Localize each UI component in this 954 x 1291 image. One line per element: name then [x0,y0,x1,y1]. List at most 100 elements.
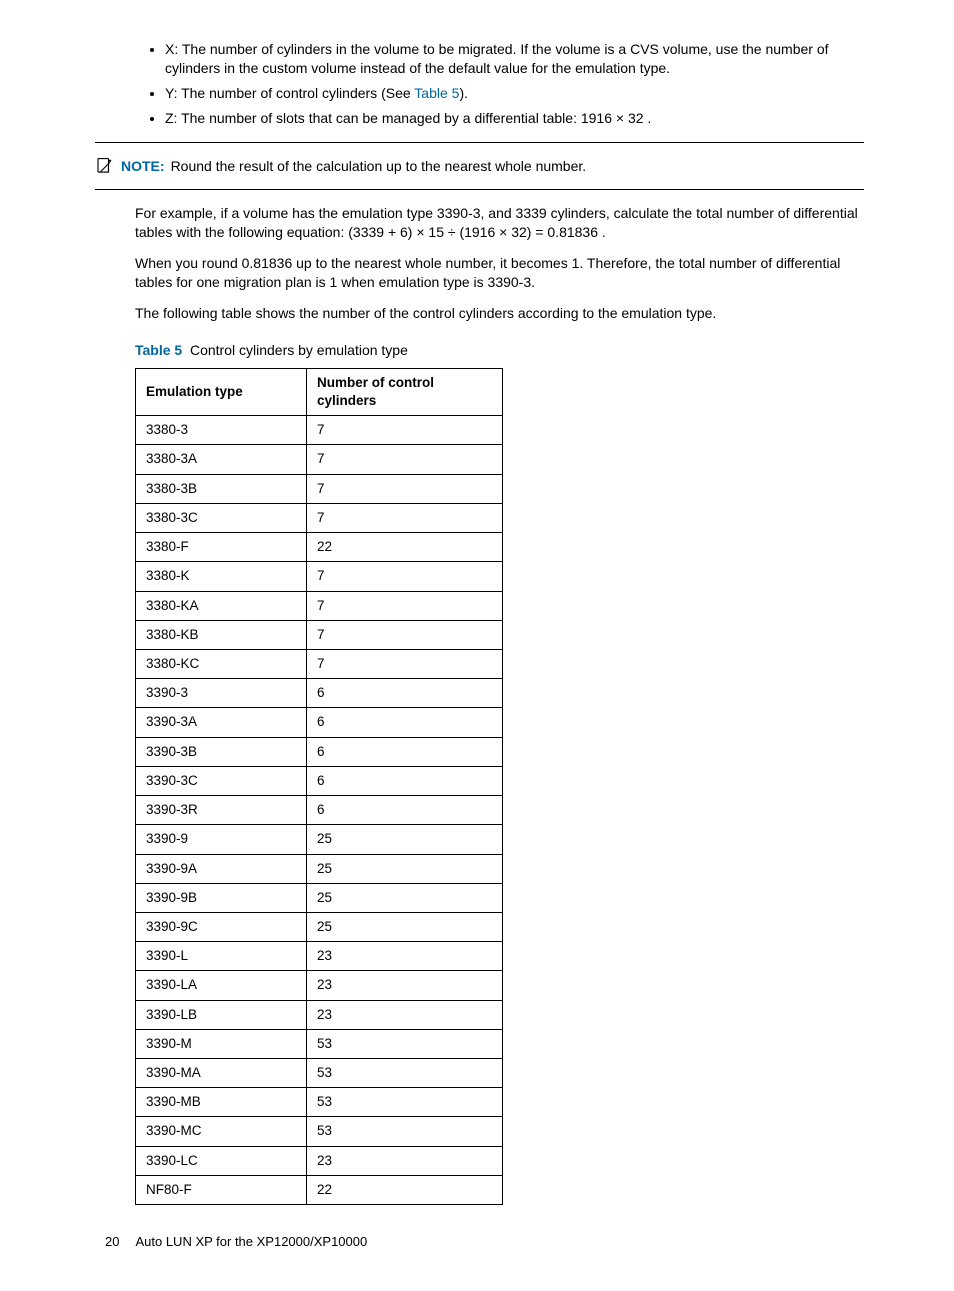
column-header-cylinders: Number of control cylinders [307,368,503,415]
list-item: X: The number of cylinders in the volume… [165,40,864,78]
control-cylinders-table: Emulation type Number of control cylinde… [135,368,503,1205]
table-row: 3380-37 [136,416,503,445]
table-row: 3390-LB23 [136,1000,503,1029]
cell-cylinders: 6 [307,766,503,795]
cell-cylinders: 6 [307,708,503,737]
cell-emulation: 3390-M [136,1029,307,1058]
table-row: 3390-3C6 [136,766,503,795]
table-row: 3390-MA53 [136,1059,503,1088]
cell-emulation: 3390-3A [136,708,307,737]
cell-emulation: 3390-9B [136,883,307,912]
cell-emulation: 3380-F [136,533,307,562]
cell-cylinders: 7 [307,591,503,620]
cell-emulation: NF80-F [136,1175,307,1204]
table-caption: Table 5 Control cylinders by emulation t… [135,341,864,360]
table-row: 3390-925 [136,825,503,854]
table-title: Control cylinders by emulation type [190,342,408,358]
cell-cylinders: 53 [307,1117,503,1146]
table-row: 3380-3B7 [136,474,503,503]
cell-cylinders: 7 [307,620,503,649]
cell-cylinders: 25 [307,825,503,854]
cell-emulation: 3390-3C [136,766,307,795]
table-header-row: Emulation type Number of control cylinde… [136,368,503,415]
cell-cylinders: 7 [307,416,503,445]
cell-emulation: 3390-9C [136,912,307,941]
cell-emulation: 3390-9 [136,825,307,854]
page-number: 20 [105,1234,119,1249]
cell-emulation: 3390-9A [136,854,307,883]
cell-cylinders: 53 [307,1059,503,1088]
cell-emulation: 3390-LC [136,1146,307,1175]
table-row: 3380-K7 [136,562,503,591]
cell-emulation: 3390-MB [136,1088,307,1117]
table5-link[interactable]: Table 5 [414,85,459,101]
table-row: 3380-F22 [136,533,503,562]
cell-cylinders: 7 [307,649,503,678]
variable-list: X: The number of cylinders in the volume… [135,40,864,128]
cell-emulation: 3390-3 [136,679,307,708]
list-item: Y: The number of control cylinders (See … [165,84,864,103]
table-row: 3390-9B25 [136,883,503,912]
cell-cylinders: 6 [307,737,503,766]
cell-cylinders: 7 [307,445,503,474]
cell-cylinders: 25 [307,912,503,941]
table-row: 3380-KB7 [136,620,503,649]
cell-emulation: 3380-3A [136,445,307,474]
bullet-y-post: ). [459,85,468,101]
cell-cylinders: 7 [307,503,503,532]
cell-emulation: 3380-KB [136,620,307,649]
cell-emulation: 3380-K [136,562,307,591]
table-row: 3390-M53 [136,1029,503,1058]
cell-emulation: 3380-3C [136,503,307,532]
list-item: Z: The number of slots that can be manag… [165,109,864,128]
table-row: NF80-F22 [136,1175,503,1204]
divider [95,189,864,190]
note-icon [95,157,113,175]
table-row: 3390-MB53 [136,1088,503,1117]
cell-emulation: 3390-LA [136,971,307,1000]
table-row: 3390-MC53 [136,1117,503,1146]
page-footer: 20Auto LUN XP for the XP12000/XP10000 [105,1233,864,1251]
paragraph: For example, if a volume has the emulati… [135,204,864,242]
cell-cylinders: 7 [307,562,503,591]
cell-cylinders: 25 [307,854,503,883]
paragraph: The following table shows the number of … [135,304,864,323]
table-row: 3390-LA23 [136,971,503,1000]
cell-cylinders: 23 [307,1146,503,1175]
cell-emulation: 3380-KC [136,649,307,678]
cell-cylinders: 53 [307,1029,503,1058]
cell-cylinders: 23 [307,971,503,1000]
table-row: 3390-9C25 [136,912,503,941]
table-row: 3380-3A7 [136,445,503,474]
table-row: 3390-L23 [136,942,503,971]
note-label: NOTE: [121,158,165,174]
cell-cylinders: 6 [307,796,503,825]
cell-emulation: 3380-KA [136,591,307,620]
note-block: NOTE:Round the result of the calculation… [95,157,864,176]
cell-cylinders: 25 [307,883,503,912]
column-header-emulation: Emulation type [136,368,307,415]
bullet-y-pre: Y: The number of control cylinders (See [165,85,414,101]
cell-emulation: 3380-3 [136,416,307,445]
table-row: 3390-LC23 [136,1146,503,1175]
cell-emulation: 3390-L [136,942,307,971]
cell-emulation: 3380-3B [136,474,307,503]
table-label: Table 5 [135,342,182,358]
table-row: 3380-KC7 [136,649,503,678]
table-row: 3390-9A25 [136,854,503,883]
cell-emulation: 3390-LB [136,1000,307,1029]
cell-cylinders: 23 [307,1000,503,1029]
cell-cylinders: 23 [307,942,503,971]
table-row: 3390-3R6 [136,796,503,825]
table-row: 3380-KA7 [136,591,503,620]
cell-emulation: 3390-MA [136,1059,307,1088]
table-row: 3380-3C7 [136,503,503,532]
cell-cylinders: 6 [307,679,503,708]
divider [95,142,864,143]
cell-cylinders: 7 [307,474,503,503]
table-row: 3390-3A6 [136,708,503,737]
table-row: 3390-3B6 [136,737,503,766]
table-row: 3390-36 [136,679,503,708]
paragraph: When you round 0.81836 up to the nearest… [135,254,864,292]
cell-cylinders: 22 [307,1175,503,1204]
